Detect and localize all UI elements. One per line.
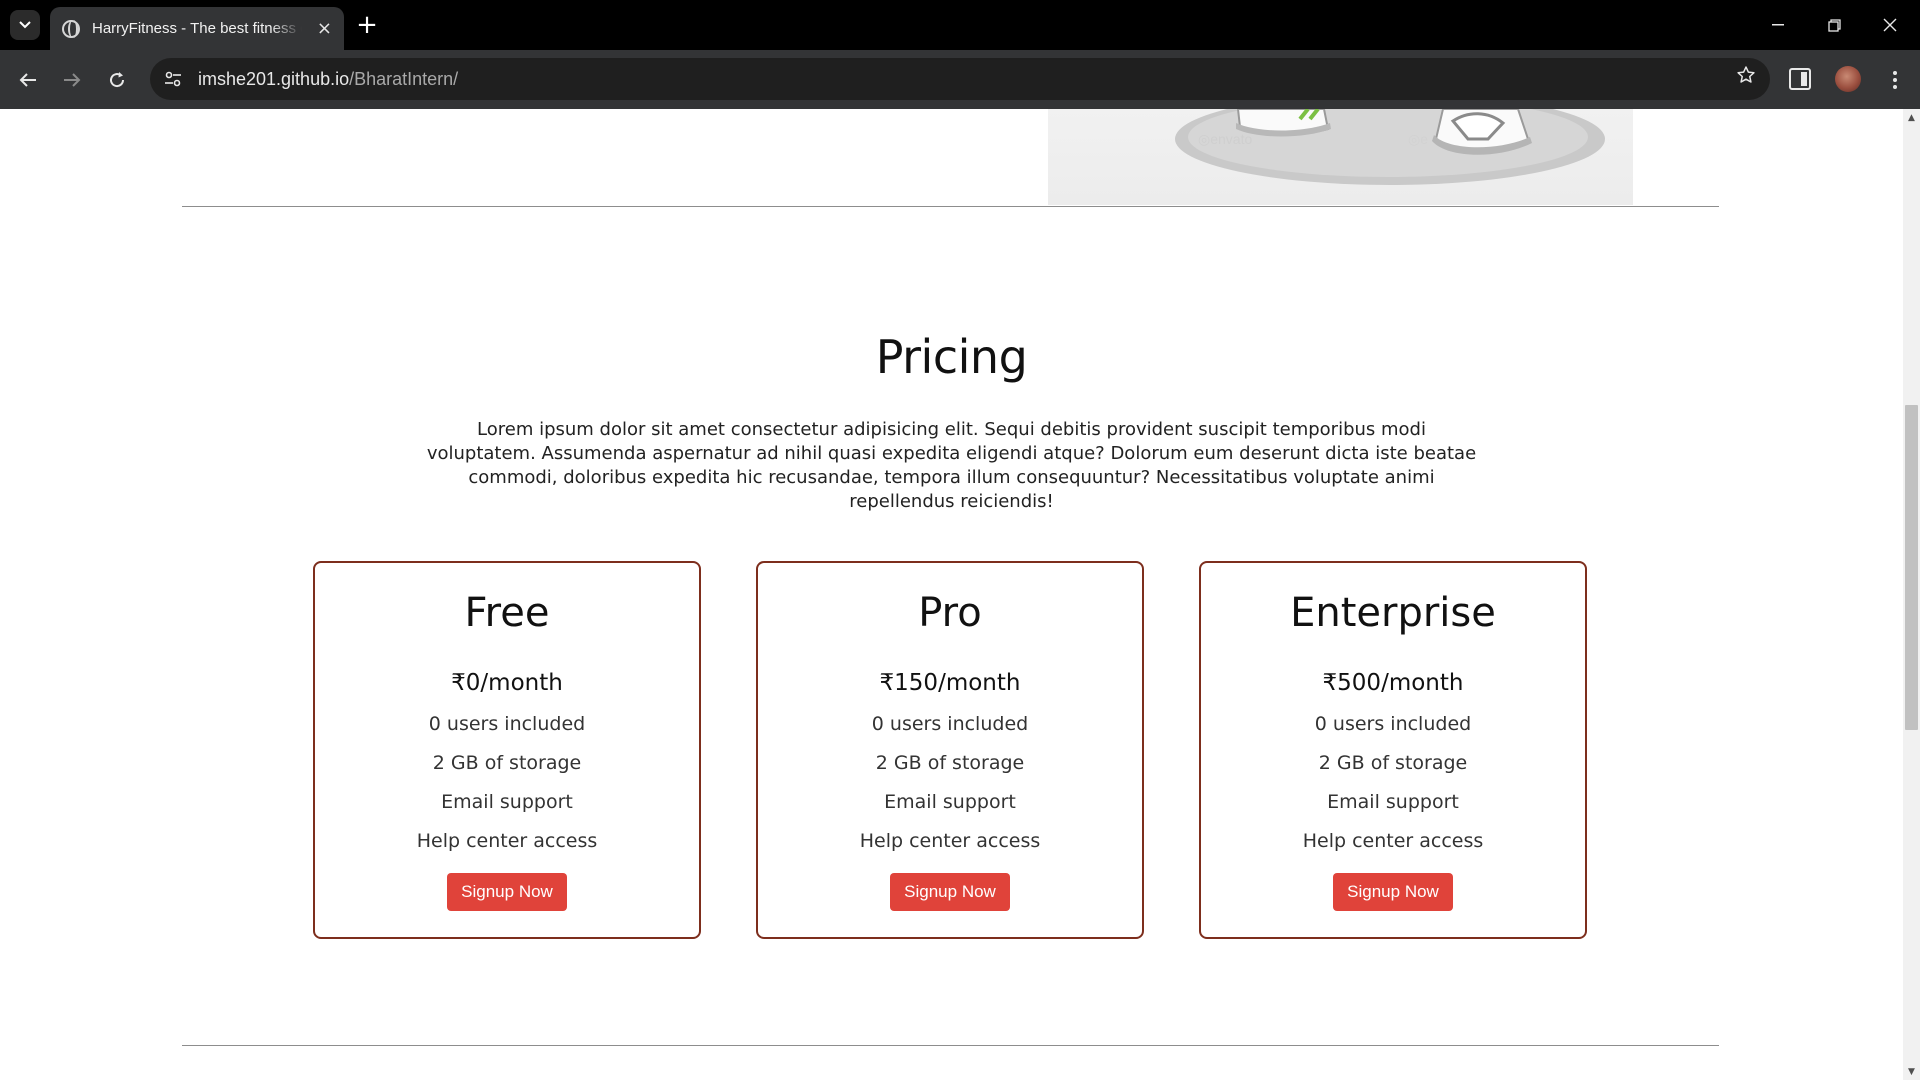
tab-title: HarryFitness - The best fitness center (92, 20, 302, 37)
scrollbar-thumb[interactable] (1905, 405, 1918, 730)
plan-feature: 2 GB of storage (432, 752, 582, 774)
plan-feature: Email support (1327, 791, 1459, 813)
signup-button-enterprise[interactable]: Signup Now (1333, 873, 1453, 911)
globe-icon (62, 19, 80, 38)
url-host: imshe201.github.io (198, 68, 350, 89)
plan-feature: Email support (441, 791, 573, 813)
address-bar[interactable]: imshe201.github.io/BharatIntern/ (150, 58, 1770, 100)
tune-icon (165, 71, 181, 87)
tab-close-button[interactable]: × (317, 19, 332, 38)
section-divider-bottom (182, 1045, 1719, 1046)
signup-button-free[interactable]: Signup Now (447, 873, 567, 911)
plan-name: Free (464, 590, 550, 636)
arrow-left-icon (19, 73, 36, 87)
side-panel-button[interactable] (1789, 68, 1811, 90)
url-text: imshe201.github.io/BharatIntern/ (198, 69, 458, 90)
restore-button[interactable] (1814, 10, 1854, 40)
plan-feature: Help center access (859, 830, 1041, 852)
plan-feature: 0 users included (1314, 713, 1472, 735)
svg-text:◎envato: ◎envato (1198, 131, 1252, 147)
page-scrollbar[interactable]: ▲ ▼ (1903, 109, 1920, 1080)
plan-feature: Email support (884, 791, 1016, 813)
back-button[interactable] (12, 64, 44, 96)
plan-name: Pro (918, 590, 982, 636)
site-info-button[interactable] (156, 62, 190, 96)
plan-feature: Help center access (1302, 830, 1484, 852)
plan-feature: 0 users included (428, 713, 586, 735)
reload-icon (110, 72, 125, 88)
bookmark-button[interactable] (1736, 65, 1756, 90)
close-icon (1883, 18, 1897, 32)
hero-illustration: ◎envato ◎e (1048, 109, 1633, 205)
reload-button[interactable] (101, 64, 133, 96)
browser-toolbar: imshe201.github.io/BharatIntern/ (0, 50, 1920, 109)
star-icon (1737, 66, 1755, 83)
plan-feature: 2 GB of storage (1318, 752, 1468, 774)
plan-price: ₹150/month (879, 670, 1021, 696)
tab-list-button[interactable] (10, 10, 40, 40)
signup-button-pro[interactable]: Signup Now (890, 873, 1010, 911)
kebab-menu-icon (1893, 71, 1897, 89)
pricing-description: Lorem ipsum dolor sit amet consectetur a… (426, 419, 1477, 512)
plan-feature: Help center access (416, 830, 598, 852)
plan-feature: 2 GB of storage (875, 752, 1025, 774)
page-viewport: ◎envato ◎e Pricing Lorem ipsum dolor sit… (0, 109, 1903, 1080)
minimize-icon (1772, 24, 1784, 26)
browser-tab-active[interactable]: HarryFitness - The best fitness center × (50, 7, 344, 50)
arrow-right-icon (64, 73, 81, 87)
close-window-button[interactable] (1870, 10, 1910, 40)
plan-name: Enterprise (1290, 590, 1496, 636)
restore-icon (1827, 18, 1841, 32)
browser-titlebar: HarryFitness - The best fitness center ×… (0, 0, 1920, 50)
pricing-card-free: Free ₹0/month 0 users included 2 GB of s… (313, 561, 701, 939)
plan-price: ₹500/month (1322, 670, 1464, 696)
pricing-card-enterprise: Enterprise ₹500/month 0 users included 2… (1199, 561, 1587, 939)
svg-text:◎e: ◎e (1408, 131, 1428, 147)
pricing-title: Pricing (875, 330, 1028, 384)
fitness-illustration: ◎envato ◎e (1175, 109, 1605, 185)
scroll-down-arrow-icon[interactable]: ▼ (1903, 1063, 1920, 1080)
minimize-button[interactable] (1758, 10, 1798, 40)
plan-price: ₹0/month (451, 670, 563, 696)
chevron-down-icon (19, 21, 31, 29)
new-tab-button[interactable]: + (352, 10, 382, 40)
forward-button[interactable] (56, 64, 88, 96)
section-divider-top (182, 206, 1719, 207)
url-path: /BharatIntern/ (349, 68, 459, 89)
profile-avatar[interactable] (1835, 66, 1861, 92)
scroll-up-arrow-icon[interactable]: ▲ (1903, 109, 1920, 126)
browser-menu-button[interactable] (1880, 64, 1910, 96)
pricing-card-pro: Pro ₹150/month 0 users included 2 GB of … (756, 561, 1144, 939)
plan-feature: 0 users included (871, 713, 1029, 735)
